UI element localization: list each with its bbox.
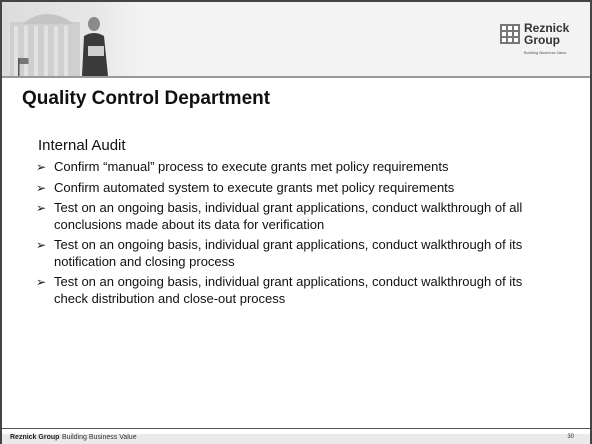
list-item: ➢ Confirm “manual” process to execute gr… <box>34 159 554 176</box>
arrow-bullet-icon: ➢ <box>36 160 47 174</box>
footer-tagline: Building Business Value <box>62 434 137 441</box>
slide-title: Quality Control Department <box>22 88 271 109</box>
list-item: ➢ Test on an ongoing basis, individual g… <box>34 274 554 307</box>
reznick-group-logo: Reznick Group Building Business Value <box>500 22 586 64</box>
arrow-bullet-icon: ➢ <box>36 238 47 252</box>
list-item: ➢ Confirm automated system to execute gr… <box>34 180 554 197</box>
capitol-photo-image <box>2 2 142 76</box>
arrow-bullet-icon: ➢ <box>36 275 47 289</box>
arrow-bullet-icon: ➢ <box>36 201 47 215</box>
list-item: ➢ Test on an ongoing basis, individual g… <box>34 237 554 270</box>
list-item-text: Test on an ongoing basis, individual gra… <box>54 274 523 306</box>
header-divider <box>2 76 590 78</box>
logo-name-line2: Group <box>524 33 560 47</box>
logo-grid-icon <box>500 24 520 44</box>
list-item-text: Test on an ongoing basis, individual gra… <box>54 237 523 269</box>
arrow-bullet-icon: ➢ <box>36 180 47 195</box>
capitol-photo <box>2 2 142 76</box>
list-item: ➢ Test on an ongoing basis, individual g… <box>34 200 554 233</box>
list-item-text: Confirm “manual” process to execute gran… <box>54 159 449 174</box>
footer-brand: Reznick Group <box>10 434 60 441</box>
page-number: 30 <box>567 434 574 440</box>
footer-divider <box>2 428 590 429</box>
slide: Reznick Group Building Business Value Qu… <box>0 0 592 444</box>
logo-tagline: Building Business Value <box>524 50 567 55</box>
list-item-text: Test on an ongoing basis, individual gra… <box>54 200 523 232</box>
logo-name: Reznick Group <box>524 22 569 46</box>
section-heading: Internal Audit <box>38 137 126 154</box>
bullet-list: ➢ Confirm “manual” process to execute gr… <box>34 159 554 311</box>
list-item-text: Confirm automated system to execute gran… <box>54 179 455 195</box>
